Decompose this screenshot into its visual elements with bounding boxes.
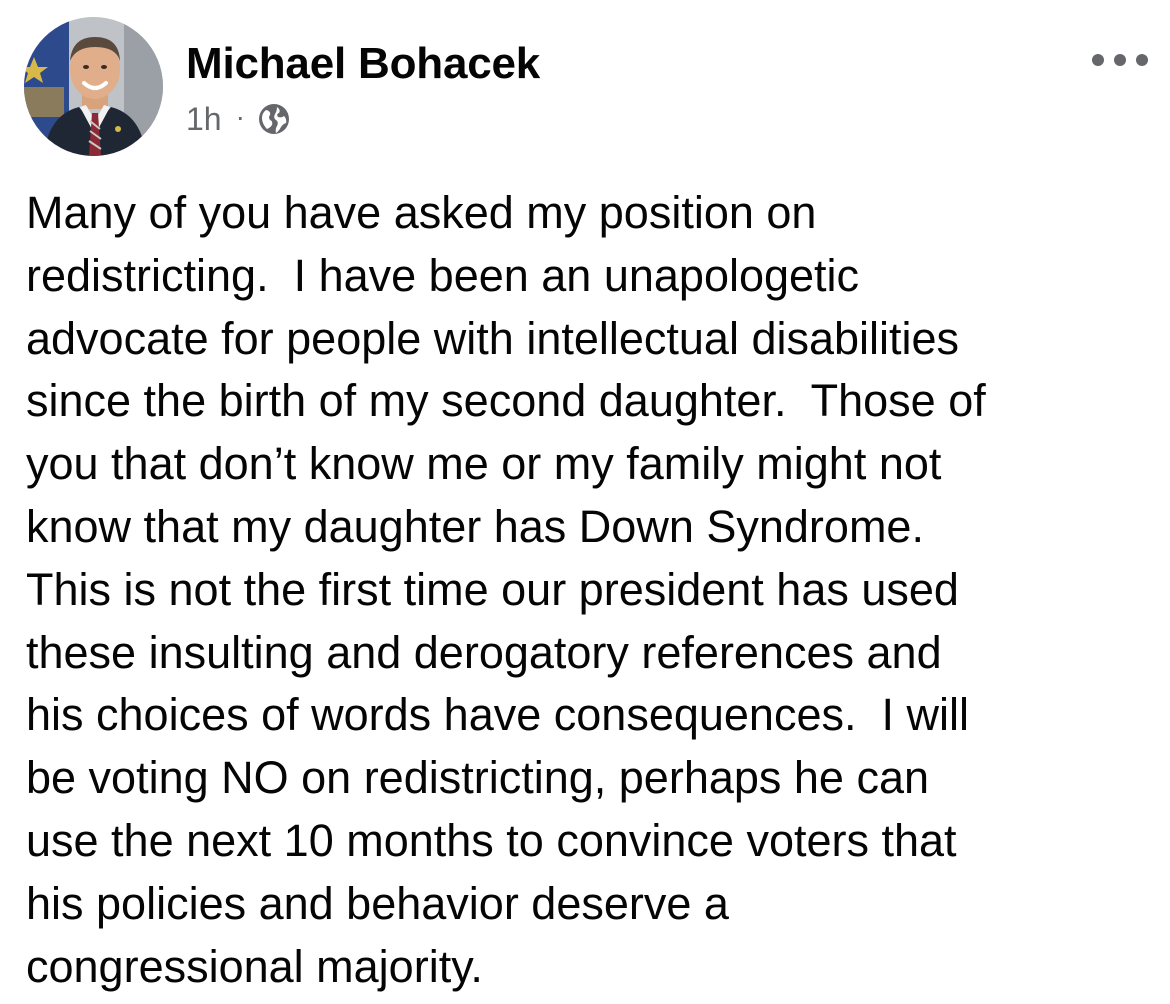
- author-name[interactable]: Michael Bohacek: [186, 38, 540, 90]
- facebook-post: Michael Bohacek 1h · Many of you have as…: [0, 0, 1170, 1004]
- post-text-line: know that my daughter has Down Syndrome.: [26, 500, 924, 552]
- post-text-line: advocate for people with intellectual di…: [26, 312, 960, 364]
- post-text-line: be voting NO on redistricting, perhaps h…: [26, 752, 930, 804]
- meta-separator: ·: [235, 101, 245, 132]
- more-horizontal-icon: [1114, 54, 1126, 66]
- post-text-line: you that don’t know me or my family migh…: [26, 438, 942, 490]
- globe-icon[interactable]: [257, 102, 291, 136]
- post-text-line: This is not the first time our president…: [26, 563, 959, 615]
- post-text-line: redistricting. I have been an unapologet…: [26, 249, 860, 301]
- more-horizontal-icon: [1092, 54, 1104, 66]
- post-text-line: since the birth of my second daughter. T…: [26, 375, 986, 427]
- post-timestamp[interactable]: 1h: [186, 101, 222, 138]
- post-text-line: these insulting and derogatory reference…: [26, 626, 942, 678]
- post-text: Many of you have asked my position on re…: [26, 182, 1146, 998]
- author-avatar[interactable]: [24, 17, 163, 156]
- post-text-line: Many of you have asked my position on: [26, 187, 817, 238]
- profile-photo: [24, 17, 163, 156]
- more-horizontal-icon: [1136, 54, 1148, 66]
- post-text-line: congressional majority.: [26, 940, 483, 992]
- more-options-button[interactable]: [1092, 44, 1148, 76]
- post-text-line: his choices of words have consequences. …: [26, 689, 969, 741]
- post-text-line: his policies and behavior deserve a: [26, 877, 729, 929]
- post-meta: 1h ·: [186, 99, 291, 139]
- post-text-line: use the next 10 months to convince voter…: [26, 814, 957, 866]
